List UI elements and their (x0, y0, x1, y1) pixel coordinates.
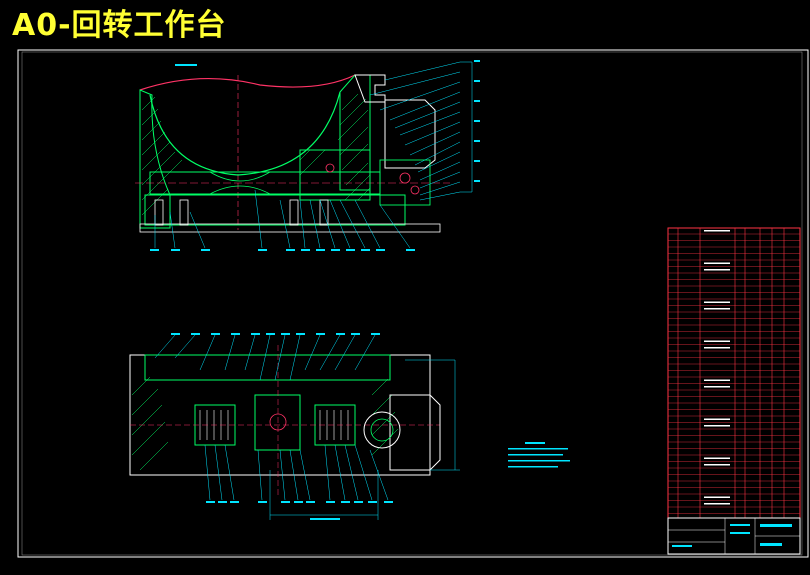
leaders-top-plan (154, 334, 376, 381)
cad-drawing-canvas (17, 49, 809, 558)
bom-cell-text (704, 418, 730, 420)
worm-housing (389, 394, 441, 471)
bom-cell-text (704, 464, 730, 466)
bom-cell-text (704, 269, 730, 271)
hatch-left (141, 96, 183, 216)
plan-dimensions (269, 359, 460, 520)
dimension-text-mark (310, 518, 340, 520)
bill-of-materials (667, 227, 801, 555)
title-block-text-marks (672, 524, 792, 547)
bom-cell-text (704, 386, 730, 388)
cover-plate (144, 354, 391, 381)
callout-marks-bottom-plan (206, 501, 393, 503)
drawing-inner-frame (21, 51, 803, 556)
bearing-hatch (299, 149, 371, 201)
bom-cell-text (704, 503, 730, 505)
body-bowl (149, 91, 341, 176)
bom-cell-text (704, 308, 730, 310)
callout-marks-top-plan (171, 333, 380, 335)
bom-cell-text (704, 340, 730, 342)
callout-marks-right (474, 60, 480, 182)
motor-box (384, 99, 436, 169)
upper-cut-line (139, 74, 356, 91)
gear-bolt-1 (399, 172, 411, 184)
technical-notes-block (508, 442, 570, 468)
bom-cell-text (704, 262, 730, 264)
callout-marks-bottom-top-view (150, 249, 415, 251)
bom-cell-text (704, 457, 730, 459)
bom-cell-text (704, 230, 730, 232)
housing-hatch (131, 376, 399, 471)
title-block-lines (668, 518, 800, 554)
bom-cell-text (704, 347, 730, 349)
view-label-mark (175, 64, 197, 66)
housing-outline (129, 354, 431, 476)
bom-rows (668, 233, 800, 514)
bom-text-marks (704, 230, 730, 505)
leaders-bottom-top-view (154, 189, 411, 249)
worm-circle-outer (363, 411, 401, 449)
gear-bolt-2 (410, 185, 420, 195)
top-section-view (135, 60, 480, 251)
bom-cell-text (704, 379, 730, 381)
gear-bolt-3 (325, 163, 335, 173)
bom-cell-text (704, 425, 730, 427)
gear-mid (254, 394, 301, 451)
bom-cell-text (704, 301, 730, 303)
body-right-wall (339, 74, 371, 191)
leaders-bottom-plan (204, 444, 389, 501)
bearing-housing (299, 149, 371, 201)
hatch-right (337, 93, 369, 186)
bottom-plan-view (129, 333, 460, 520)
bom-cell-text (704, 496, 730, 498)
